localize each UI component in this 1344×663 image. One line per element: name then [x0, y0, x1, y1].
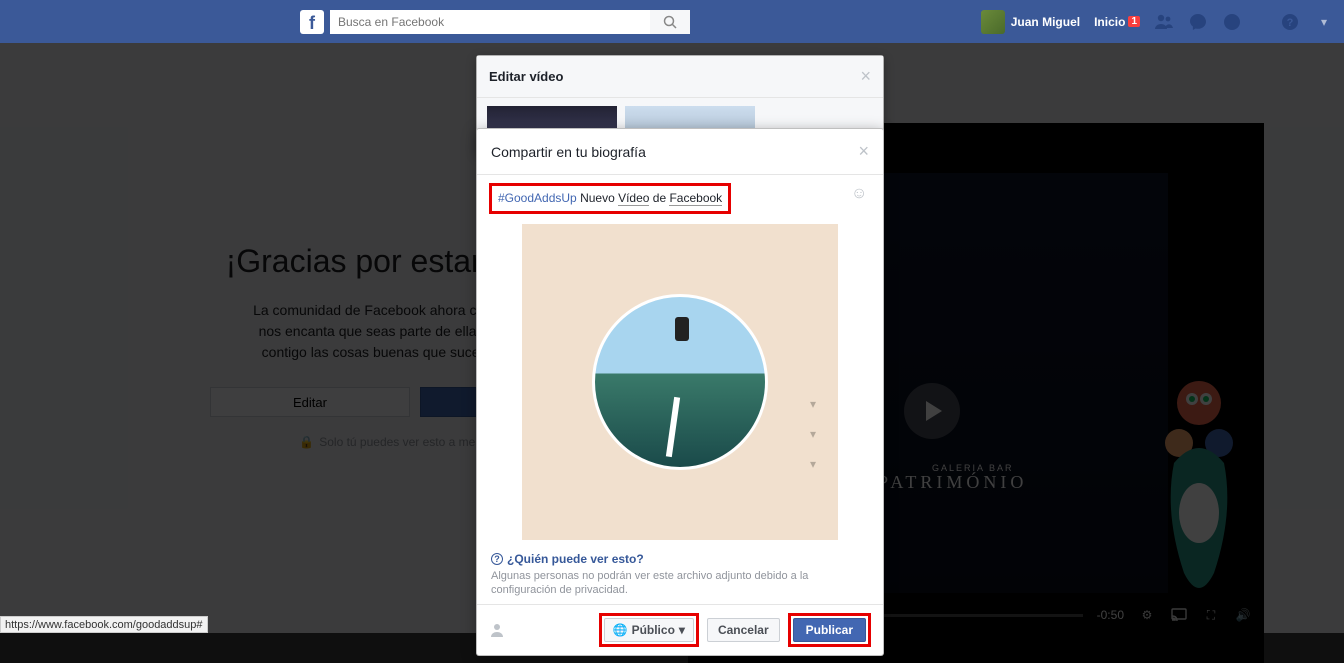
audience-highlight: 🌐 Público ▾	[599, 613, 699, 647]
search-button[interactable]	[650, 10, 690, 34]
search-icon	[663, 15, 677, 29]
dropdown-arrow-icon[interactable]: ▾	[1314, 12, 1334, 32]
status-url: https://www.facebook.com/goodaddsup#	[5, 619, 203, 631]
caption-mid: Nuevo	[577, 191, 618, 205]
user-name: Juan Miguel	[1011, 15, 1080, 29]
publish-button[interactable]: Publicar	[793, 618, 866, 642]
home-badge: 1	[1128, 16, 1140, 27]
flyboarder-figure	[675, 317, 689, 341]
avatar	[981, 10, 1005, 34]
edit-video-header: Editar vídeo ×	[477, 56, 883, 98]
search-bar	[330, 10, 690, 34]
messages-icon[interactable]	[1188, 12, 1208, 32]
edit-video-title: Editar vídeo	[489, 69, 563, 84]
home-label: Inicio	[1094, 15, 1125, 29]
caption-link-video: Vídeo	[618, 191, 649, 206]
top-navigation-bar: f Juan Miguel Inicio 1 ? ▾	[0, 0, 1344, 43]
bird-icon: ▾	[810, 394, 816, 416]
caption-input[interactable]: #GoodAddsUp Nuevo Vídeo de Facebook	[498, 191, 722, 206]
notifications-icon[interactable]	[1222, 12, 1242, 32]
home-link[interactable]: Inicio 1	[1094, 15, 1140, 29]
close-icon[interactable]: ×	[858, 141, 869, 162]
share-modal-title: Compartir en tu biografía	[491, 144, 646, 160]
facebook-logo[interactable]: f	[300, 10, 324, 34]
search-input[interactable]	[330, 10, 650, 34]
caption-highlight: #GoodAddsUp Nuevo Vídeo de Facebook	[489, 183, 731, 214]
chevron-down-icon: ▾	[679, 623, 685, 637]
water-spray	[666, 397, 680, 457]
close-icon[interactable]: ×	[860, 66, 871, 87]
audience-selector[interactable]: 🌐 Público ▾	[604, 618, 694, 642]
audience-label: Público	[632, 623, 675, 637]
profile-link[interactable]: Juan Miguel	[981, 10, 1080, 34]
bird-icon: ▾	[810, 424, 816, 446]
video-preview[interactable]: ▾ ▾ ▾	[522, 224, 838, 540]
browser-status-bar: https://www.facebook.com/goodaddsup#	[0, 616, 208, 633]
caption-hashtag: #GoodAddsUp	[498, 191, 577, 205]
globe-icon: 🌐	[613, 623, 628, 637]
caption-de: de	[649, 191, 669, 205]
caption-link-facebook: Facebook	[669, 191, 722, 206]
privacy-info-row: ? ¿Quién puede ver esto? Algunas persona…	[477, 552, 883, 604]
topbar-right: Juan Miguel Inicio 1 ? ▾	[981, 10, 1334, 34]
publish-highlight: Publicar	[788, 613, 871, 647]
tag-people-icon[interactable]	[489, 622, 505, 638]
share-modal-footer: 🌐 Público ▾ Cancelar Publicar	[477, 604, 883, 655]
friend-requests-icon[interactable]	[1154, 12, 1174, 32]
share-modal: Compartir en tu biografía × #GoodAddsUp …	[476, 128, 884, 656]
help-icon[interactable]: ?	[1280, 12, 1300, 32]
emoji-picker-icon[interactable]: ☺	[851, 185, 869, 203]
bird-icon: ▾	[810, 454, 816, 476]
who-can-see-link[interactable]: ? ¿Quién puede ver esto?	[491, 552, 869, 566]
info-icon: ?	[491, 553, 503, 565]
cancel-button[interactable]: Cancelar	[707, 618, 780, 642]
privacy-note-text: Algunas personas no podrán ver este arch…	[491, 569, 869, 598]
who-can-see-text: ¿Quién puede ver esto?	[507, 552, 644, 566]
svg-text:?: ?	[1287, 17, 1294, 29]
caption-row: #GoodAddsUp Nuevo Vídeo de Facebook ☺	[477, 175, 883, 224]
preview-circle	[592, 294, 768, 470]
share-modal-header: Compartir en tu biografía ×	[477, 129, 883, 175]
